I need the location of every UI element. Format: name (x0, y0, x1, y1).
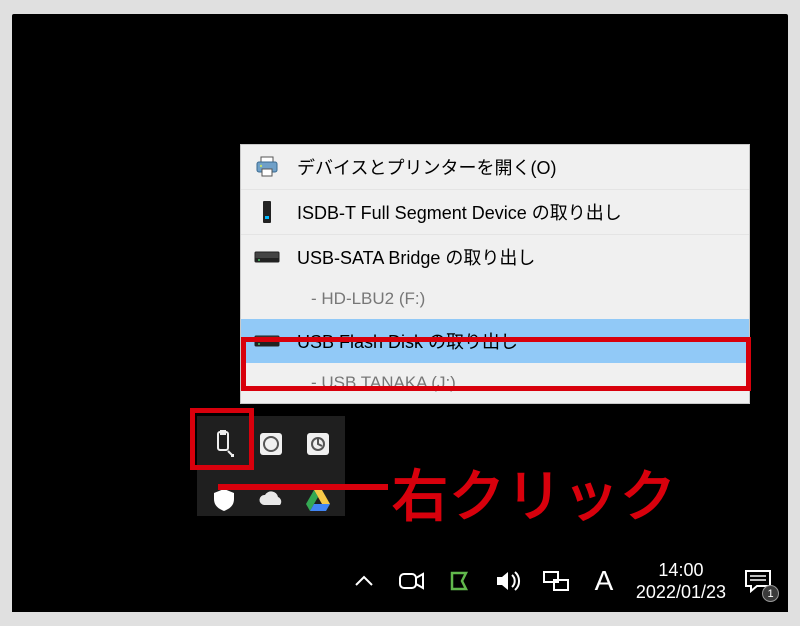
ime-letter: A (595, 565, 614, 597)
tray-chevron-icon[interactable] (348, 565, 380, 597)
drive-icon (253, 327, 281, 355)
taskbar: A 14:00 2022/01/23 1 (12, 550, 788, 612)
menu-item-open-devices[interactable]: デバイスとプリンターを開く(O) (241, 145, 749, 189)
drive-icon (253, 243, 281, 271)
app-green-icon[interactable] (444, 565, 476, 597)
tray-app-icon[interactable] (254, 426, 287, 462)
tray-app2-icon[interactable] (302, 426, 335, 462)
menu-item-label: USB-SATA Bridge の取り出し (297, 244, 535, 270)
menu-item-eject-usbsata[interactable]: USB-SATA Bridge の取り出し (241, 234, 749, 279)
eject-context-menu: デバイスとプリンターを開く(O) ISDB-T Full Segment Dev… (240, 144, 750, 404)
menu-item-eject-usbflash[interactable]: USB Flash Disk の取り出し (241, 319, 749, 363)
clock-time: 14:00 (658, 559, 703, 582)
menu-item-label: USB Flash Disk の取り出し (297, 328, 518, 354)
menu-subitem-label: - USB TANAKA (J:) (311, 373, 456, 393)
volume-icon[interactable] (492, 565, 524, 597)
notification-badge: 1 (762, 585, 779, 602)
menu-item-label: ISDB-T Full Segment Device の取り出し (297, 199, 622, 225)
meet-now-icon[interactable] (396, 565, 428, 597)
eject-usb-icon[interactable] (207, 426, 240, 462)
clock-date: 2022/01/23 (636, 581, 726, 604)
menu-item-eject-isdbt[interactable]: ISDB-T Full Segment Device の取り出し (241, 189, 749, 234)
desktop: デバイスとプリンターを開く(O) ISDB-T Full Segment Dev… (12, 14, 788, 612)
menu-item-label: デバイスとプリンターを開く(O) (297, 154, 556, 180)
menu-subitem-hdlbu2[interactable]: - HD-LBU2 (F:) (241, 279, 749, 319)
network-icon[interactable] (540, 565, 572, 597)
tray-overflow-popup (197, 416, 345, 516)
taskbar-clock[interactable]: 14:00 2022/01/23 (636, 559, 726, 604)
printer-icon (253, 153, 281, 181)
annotation-line (218, 484, 388, 490)
menu-subitem-label: - HD-LBU2 (F:) (311, 289, 425, 309)
action-center-icon[interactable]: 1 (742, 565, 774, 597)
ime-indicator[interactable]: A (588, 565, 620, 597)
annotation-text: 右クリック (392, 452, 677, 533)
tuner-icon (253, 198, 281, 226)
menu-subitem-usbtanaka[interactable]: - USB TANAKA (J:) (241, 363, 749, 403)
